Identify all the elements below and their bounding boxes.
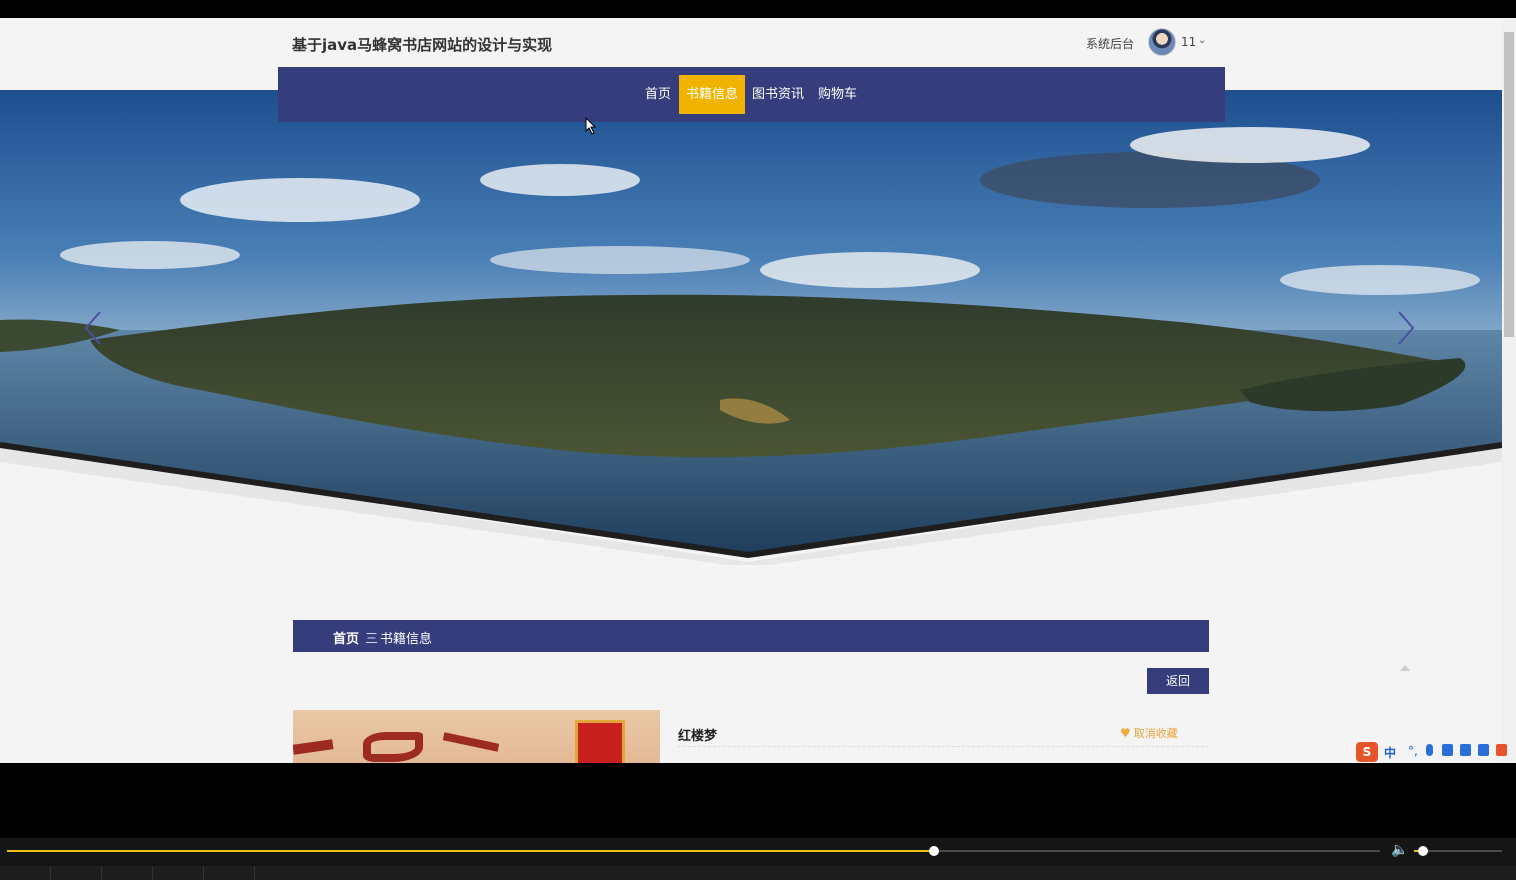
back-button[interactable]: 返回 [1147, 668, 1209, 694]
unfavorite-button[interactable]: ♥ 取消收藏 [1120, 725, 1178, 741]
divider [678, 746, 1209, 747]
page-scrollbar[interactable] [1502, 18, 1516, 763]
chevron-down-icon[interactable]: ⌄ [1198, 35, 1206, 46]
carousel-prev-icon[interactable] [84, 310, 102, 346]
skin-icon[interactable] [1460, 744, 1471, 756]
cover-brush-stroke [293, 739, 334, 755]
hero-carousel [0, 90, 1502, 565]
nav-item-cart[interactable]: 购物车 [811, 75, 864, 114]
microphone-icon[interactable] [1426, 744, 1433, 756]
taskbar-slot[interactable] [102, 866, 153, 880]
user-name[interactable]: 11 [1181, 35, 1196, 49]
breadcrumb: 首页 三 书籍信息 [293, 620, 1209, 652]
cover-brush-stroke [363, 732, 423, 762]
progress-bar[interactable] [7, 846, 1380, 856]
book-cover-image [293, 710, 660, 763]
progress-knob[interactable] [928, 846, 939, 856]
taskbar [0, 866, 1516, 880]
breadcrumb-current: 书籍信息 [380, 632, 433, 647]
nav-item-books[interactable]: 书籍信息 [679, 75, 745, 114]
nav-item-news[interactable]: 图书资讯 [745, 75, 811, 114]
volume-knob[interactable] [1417, 846, 1428, 856]
taskbar-slot[interactable] [204, 866, 255, 880]
mouse-cursor-icon [585, 117, 597, 135]
punctuation-icon[interactable]: °, [1408, 744, 1418, 758]
heart-icon: ♥ [1120, 726, 1131, 740]
ime-language[interactable]: 中 [1384, 744, 1396, 761]
ime-menu-icon[interactable] [1496, 744, 1507, 756]
main-nav: 首页 书籍信息 图书资讯 购物车 [278, 67, 1225, 122]
keyboard-icon[interactable] [1442, 744, 1453, 756]
toolbox-icon[interactable] [1478, 744, 1489, 756]
carousel-next-icon[interactable] [1397, 310, 1415, 346]
cover-seal [575, 720, 625, 763]
taskbar-slot[interactable] [153, 866, 204, 880]
avatar[interactable] [1148, 28, 1176, 56]
nav-item-home[interactable]: 首页 [638, 75, 678, 114]
taskbar-slot[interactable] [0, 866, 51, 880]
sogou-logo-icon[interactable]: S [1356, 742, 1378, 762]
scrollbar-thumb[interactable] [1504, 32, 1514, 337]
book-title: 红楼梦 [678, 729, 718, 744]
hero-image [0, 90, 1502, 565]
unfavorite-label: 取消收藏 [1133, 727, 1178, 740]
volume-slider[interactable] [1414, 846, 1502, 856]
progress-fill [7, 850, 934, 852]
taskbar-slot[interactable] [51, 866, 102, 880]
admin-link[interactable]: 系统后台 [1086, 35, 1134, 52]
breadcrumb-separator: 三 [365, 632, 379, 647]
ime-toolbar[interactable]: S 中 °, [1356, 742, 1516, 763]
browser-viewport: 基于java马蜂窝书店网站的设计与实现 系统后台 11 ⌄ 首页 书籍信息 图书… [0, 18, 1516, 763]
site-title[interactable]: 基于java马蜂窝书店网站的设计与实现 [292, 34, 552, 55]
video-player-controls: 🔈 [0, 838, 1516, 880]
scroll-top-icon[interactable] [1400, 665, 1410, 671]
volume-icon[interactable]: 🔈 [1391, 842, 1408, 858]
breadcrumb-home[interactable]: 首页 [333, 628, 359, 647]
cover-brush-stroke [442, 732, 500, 752]
